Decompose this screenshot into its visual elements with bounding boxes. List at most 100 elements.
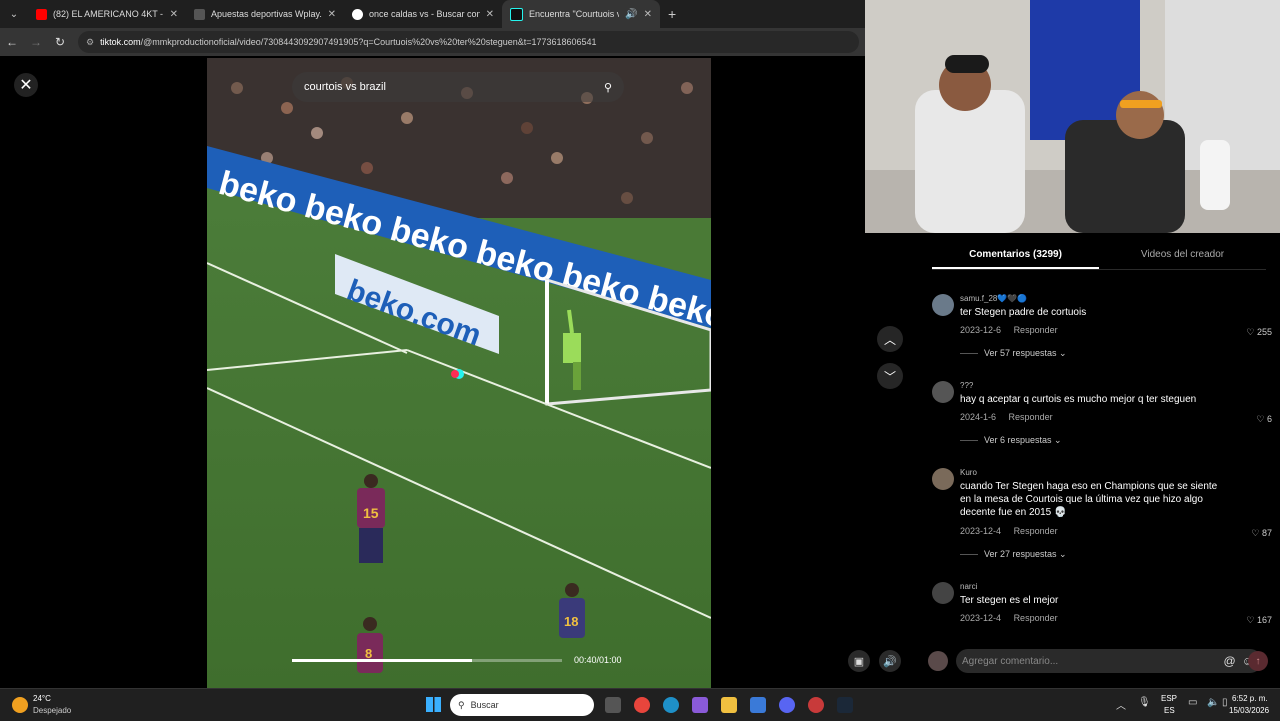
- tab-creator-videos[interactable]: Videos del creador: [1099, 240, 1266, 269]
- store-icon[interactable]: [750, 697, 766, 713]
- language-code[interactable]: ESP: [1161, 694, 1177, 703]
- weather-text: Despejado: [33, 706, 72, 715]
- comment-item: narci Ter stegen es el mejor 2023-12-4 R…: [932, 582, 1272, 632]
- tab-comments[interactable]: Comentarios (3299): [932, 240, 1099, 269]
- comment-user[interactable]: Kuro: [960, 468, 977, 477]
- comment-user[interactable]: samu.f_28💙🖤🔵: [960, 294, 1027, 303]
- replies-label: Ver 6 respuestas: [984, 435, 1052, 445]
- clock-date: 15/03/2026: [1229, 706, 1270, 715]
- avatar[interactable]: [932, 468, 954, 490]
- next-video-button[interactable]: ﹀: [877, 363, 903, 389]
- mention-icon[interactable]: @: [1224, 654, 1236, 668]
- tab-youtube[interactable]: (82) EL AMERICANO 4KT - KALI ✕: [28, 0, 186, 28]
- comment-meta: 2024-1-6 Responder: [960, 412, 1063, 422]
- close-tab-icon[interactable]: ✕: [328, 9, 336, 20]
- tab-title: once caldas vs - Buscar con Go: [369, 9, 480, 19]
- tab-bar: ⌄ (82) EL AMERICANO 4KT - KALI ✕ Apuesta…: [0, 0, 865, 28]
- comment-placeholder: Agregar comentario...: [962, 655, 1059, 667]
- webcam-image: [865, 0, 1280, 233]
- task-view-icon[interactable]: [605, 697, 621, 713]
- taskbar-search[interactable]: ⚲ Buscar: [450, 694, 594, 716]
- reply-button[interactable]: Responder: [1014, 613, 1058, 623]
- file-explorer-icon[interactable]: [721, 697, 737, 713]
- microphone-icon[interactable]: 🎙: [1138, 697, 1151, 708]
- reply-button[interactable]: Responder: [1014, 526, 1058, 536]
- avatar[interactable]: [932, 381, 954, 403]
- tray-chevron-icon[interactable]: ︿: [1116, 697, 1126, 712]
- network-icon[interactable]: ▭: [1188, 697, 1197, 708]
- discord-icon[interactable]: [779, 697, 795, 713]
- video-progress-bar[interactable]: [292, 659, 562, 662]
- like-button[interactable]: ♡ 255: [1246, 327, 1272, 338]
- like-button[interactable]: ♡ 6: [1256, 414, 1272, 425]
- tab-wplay[interactable]: Apuestas deportivas Wplay.co ✕: [186, 0, 344, 28]
- comment-item: Kuro cuando Ter Stegen haga eso en Champ…: [932, 468, 1272, 568]
- comment-meta: 2023-12-4 Responder: [960, 613, 1068, 623]
- close-tab-icon[interactable]: ✕: [486, 9, 494, 20]
- view-replies-button[interactable]: Ver 6 respuestas ⌄: [960, 435, 1062, 446]
- like-button[interactable]: ♡ 167: [1246, 615, 1272, 626]
- address-bar: ← → ↻ ⚙ tiktok.com/@mmkproductionoficial…: [0, 28, 865, 56]
- url-field[interactable]: ⚙ tiktok.com/@mmkproductionoficial/video…: [78, 31, 859, 53]
- site-info-icon[interactable]: ⚙: [86, 37, 94, 48]
- comment-date: 2023-12-4: [960, 613, 1002, 623]
- battery-icon[interactable]: ▯: [1222, 697, 1228, 708]
- player-number: 15: [363, 505, 379, 521]
- tab-google[interactable]: once caldas vs - Buscar con Go ✕: [344, 0, 502, 28]
- speaker-icon[interactable]: 🔊: [625, 9, 637, 20]
- weather-icon[interactable]: [12, 697, 28, 713]
- search-input[interactable]: courtois vs brazil ⚲: [292, 72, 624, 102]
- volume-tray-icon[interactable]: 🔈: [1207, 697, 1219, 708]
- replies-label: Ver 27 respuestas: [984, 549, 1057, 559]
- search-icon[interactable]: ⚲: [604, 81, 612, 94]
- steam-icon[interactable]: [837, 697, 853, 713]
- view-replies-button[interactable]: Ver 57 respuestas ⌄: [960, 348, 1067, 359]
- like-button[interactable]: ♡ 87: [1251, 528, 1272, 539]
- tiktok-icon: [510, 7, 523, 21]
- avatar[interactable]: [932, 294, 954, 316]
- comment-composer: Agregar comentario... @ ☺ ↑: [918, 646, 1280, 676]
- chrome-icon[interactable]: [634, 697, 650, 713]
- tab-tiktok[interactable]: Encuentra "Courtuois vs ter 🔊 ✕: [502, 0, 660, 28]
- language-layout: ES: [1164, 706, 1175, 715]
- reload-button[interactable]: ↻: [48, 35, 72, 49]
- tab-title: Apuestas deportivas Wplay.co: [211, 9, 322, 19]
- forward-button[interactable]: →: [24, 35, 48, 49]
- new-tab-button[interactable]: +: [668, 6, 676, 22]
- comment-user[interactable]: ???: [960, 381, 973, 390]
- view-replies-button[interactable]: Ver 27 respuestas ⌄: [960, 549, 1067, 560]
- comment-text: hay q aceptar q curtois es mucho mejor q…: [960, 394, 1197, 405]
- avatar[interactable]: [932, 582, 954, 604]
- back-button[interactable]: ←: [0, 35, 24, 49]
- tab-title: Encuentra "Courtuois vs ter: [529, 9, 620, 19]
- reply-button[interactable]: Responder: [1009, 412, 1053, 422]
- like-count: 6: [1266, 414, 1272, 424]
- windows-start-icon[interactable]: [426, 697, 441, 712]
- comment-input[interactable]: Agregar comentario... @ ☺: [956, 649, 1262, 673]
- taskbar: 24°C Despejado ⚲ Buscar ︿ 🎙 ESP ES ▭ 🔈 ▯…: [0, 688, 1280, 721]
- pip-icon[interactable]: ▣: [848, 650, 870, 672]
- comment-text: cuando Ter Stegen haga eso en Champions …: [960, 481, 1218, 518]
- comment-date: 2023-12-6: [960, 325, 1002, 335]
- send-button[interactable]: ↑: [1248, 651, 1268, 671]
- video-player[interactable]: beko beko beko beko beko beko beko.com 1…: [207, 58, 711, 688]
- clock-time[interactable]: 6:52 p. m.: [1232, 694, 1268, 703]
- edge-icon[interactable]: [663, 697, 679, 713]
- comment-meta: 2023-12-4 Responder: [960, 526, 1068, 536]
- close-tab-icon[interactable]: ✕: [644, 9, 652, 20]
- app-icon[interactable]: [808, 697, 824, 713]
- avatar: [928, 651, 948, 671]
- reply-button[interactable]: Responder: [1014, 325, 1058, 335]
- copilot-icon[interactable]: [692, 697, 708, 713]
- close-video-button[interactable]: ✕: [14, 73, 38, 97]
- tab-search-icon[interactable]: ⌄: [4, 4, 24, 24]
- previous-video-button[interactable]: ︿: [877, 326, 903, 352]
- volume-icon[interactable]: 🔊: [879, 650, 901, 672]
- comment-date: 2023-12-4: [960, 526, 1002, 536]
- comment-user[interactable]: narci: [960, 582, 977, 591]
- close-tab-icon[interactable]: ✕: [170, 9, 178, 20]
- comment-meta: 2023-12-6 Responder: [960, 325, 1068, 335]
- comment-item: samu.f_28💙🖤🔵 ter Stegen padre de cortuoi…: [932, 294, 1272, 368]
- youtube-icon: [36, 8, 47, 20]
- weather-temp: 24°C: [33, 694, 51, 703]
